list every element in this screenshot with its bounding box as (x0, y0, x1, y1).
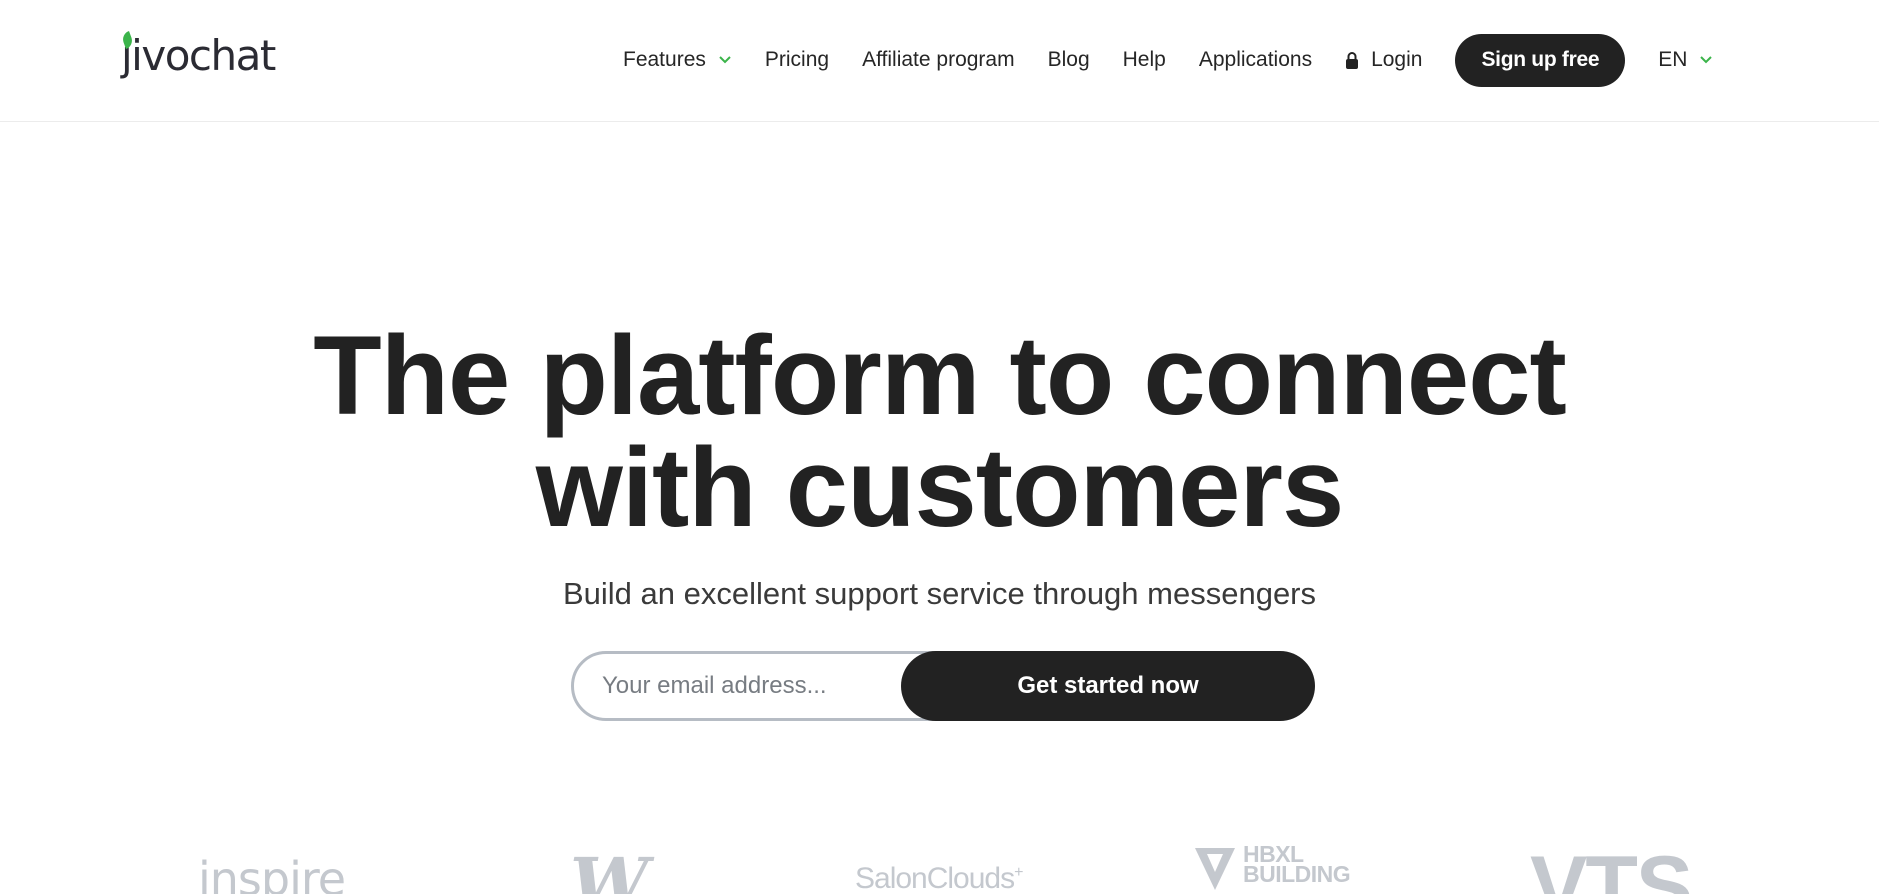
lock-icon (1346, 51, 1359, 69)
chevron-down-icon (1700, 56, 1713, 64)
nav-affiliate-program[interactable]: Affiliate program (862, 48, 1015, 72)
hbxl-triangle-icon (1195, 848, 1235, 890)
hero-title-line1: The platform to connect (313, 313, 1567, 438)
get-started-button[interactable]: Get started now (901, 651, 1315, 721)
nav-applications[interactable]: Applications (1199, 48, 1312, 72)
hero-title-line2: with customers (535, 425, 1345, 550)
inspire-logo: inspire (198, 852, 346, 894)
inspire-logo-text: inspire (198, 852, 346, 894)
w-logo-text: W (570, 842, 649, 894)
login-link[interactable]: Login (1345, 48, 1422, 72)
hero-subtitle: Build an excellent support service throu… (562, 576, 1317, 611)
hbxl-line2: BUILDING (1243, 861, 1351, 887)
chevron-down-icon (719, 56, 731, 64)
hbxl-text: HBXL BUILDING (1243, 843, 1351, 887)
client-logos: inspire W SalonClouds+ HBXL BUILDING VTS (0, 842, 1879, 894)
salonclouds-logo-text: SalonClouds (855, 862, 1015, 894)
hbxl-logo: HBXL BUILDING (1193, 843, 1351, 894)
logo-text: jivochat (121, 31, 276, 80)
sign-up-free-button[interactable]: Sign up free (1455, 33, 1626, 87)
nav-blog[interactable]: Blog (1048, 48, 1090, 72)
signup-form: Get started now (571, 651, 1315, 721)
login-label: Login (1371, 48, 1423, 71)
w-logo: W (570, 842, 649, 894)
salonclouds-logo: SalonClouds+ (855, 862, 1024, 894)
hero-title: The platform to connect with customers (0, 320, 1879, 544)
nav-features[interactable]: Features (623, 48, 732, 72)
jivochat-logo[interactable]: jivochat (120, 28, 276, 84)
vts-logo-text: VTS (1530, 842, 1693, 894)
main-nav: Features Pricing Affiliate program Blog … (623, 33, 1713, 87)
site-header: jivochat Features Pricing Affiliate prog… (0, 0, 1879, 122)
language-label: EN (1658, 48, 1688, 71)
nav-pricing[interactable]: Pricing (765, 48, 829, 72)
language-selector[interactable]: EN (1658, 48, 1713, 72)
vts-logo: VTS (1530, 842, 1693, 894)
salonclouds-logo-suffix: + (1014, 864, 1023, 881)
nav-features-label: Features (623, 48, 706, 71)
nav-help[interactable]: Help (1123, 48, 1166, 72)
